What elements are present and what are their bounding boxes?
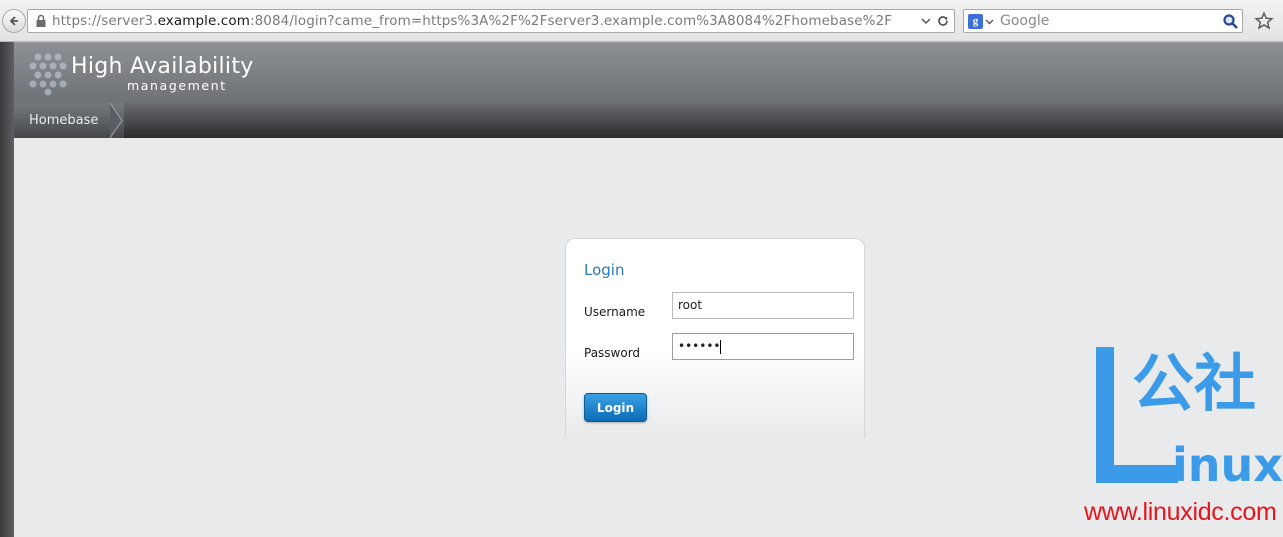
login-card: Login Username root Password •••••• Logi… — [565, 238, 865, 438]
login-title: Login — [584, 261, 625, 279]
left-edge-strip — [0, 42, 14, 537]
username-field[interactable]: root — [672, 292, 854, 319]
back-button[interactable] — [2, 9, 26, 33]
lock-icon — [36, 14, 46, 27]
chevron-down-icon[interactable] — [920, 15, 932, 27]
chevron-down-icon[interactable] — [985, 17, 994, 26]
username-label: Username — [584, 305, 646, 319]
password-label: Password — [584, 346, 641, 360]
breadcrumb-item-homebase[interactable]: Homebase — [14, 103, 124, 138]
breadcrumb-separator-icon — [110, 103, 123, 138]
reload-icon[interactable] — [936, 14, 950, 28]
url-text: https://server3.example.com:8084/login?c… — [52, 13, 892, 29]
login-button[interactable]: Login — [584, 393, 647, 422]
url-prefix: https://server3. — [52, 13, 158, 29]
app-header: High Availability management — [14, 42, 1283, 103]
breadcrumb-label[interactable]: Homebase — [29, 113, 98, 128]
bookmark-star-icon[interactable] — [1254, 11, 1274, 31]
search-icon[interactable] — [1222, 13, 1239, 30]
app-title: High Availability — [71, 54, 254, 79]
watermark-chars: 公社 — [1132, 347, 1256, 420]
watermark-inux: inux — [1172, 438, 1283, 492]
text-caret — [720, 339, 722, 354]
search-bar[interactable]: g Google — [963, 9, 1243, 33]
breadcrumb: Homebase — [14, 103, 1283, 138]
address-bar[interactable]: https://server3.example.com:8084/login?c… — [27, 9, 955, 33]
logo-icon — [29, 53, 67, 96]
browser-toolbar: https://server3.example.com:8084/login?c… — [0, 0, 1283, 42]
url-domain: example.com — [157, 13, 250, 29]
search-placeholder: Google — [1000, 13, 1050, 29]
back-arrow-icon — [9, 16, 18, 26]
password-field[interactable]: •••••• — [672, 333, 854, 360]
watermark-url: www.linuxidc.com — [1084, 498, 1277, 526]
app-subtitle: management — [127, 78, 227, 93]
google-icon[interactable]: g — [968, 14, 983, 29]
url-rest: :8084/login?came_from=https%3A%2F%2Fserv… — [249, 13, 893, 29]
password-value: •••••• — [678, 339, 721, 353]
